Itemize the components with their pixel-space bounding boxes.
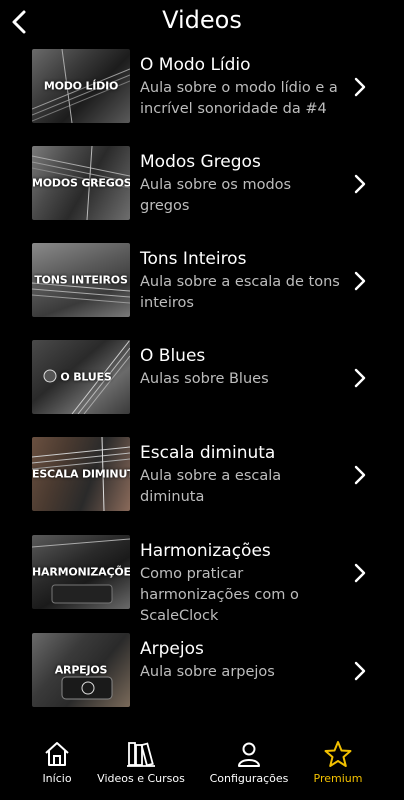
video-item-arpejos[interactable]: ARPEJOS Arpejos Aula sobre arpejos [0,631,404,711]
video-thumbnail[interactable]: MODOS GREGOS [32,146,130,220]
thumbnail-label: MODOS GREGOS [32,176,130,190]
video-title: Harmonizações [140,541,271,561]
thumbnail-label: ARPEJOS [54,663,108,677]
video-thumbnail[interactable]: MODO LÍDIO [32,49,130,123]
home-icon [45,742,69,766]
video-item-modos-gregos[interactable]: MODOS GREGOS Modos Gregos Aula sobre os … [0,144,404,224]
chevron-right-icon[interactable] [353,368,367,388]
user-icon [238,742,260,767]
thumbnail-label: HARMONIZAÇÕES [32,565,130,579]
video-item-tons-inteiros[interactable]: TONS INTEIROS Tons Inteiros Aula sobre a… [0,241,404,321]
video-thumbnail[interactable]: ESCALA DIMINUTA [32,437,130,511]
video-title: Escala diminuta [140,443,276,463]
tab-premium[interactable]: Premium [308,726,368,800]
video-thumbnail[interactable]: O BLUES [32,340,130,414]
video-title: Arpejos [140,639,204,659]
star-icon [324,741,352,767]
page-title: Videos [162,6,242,34]
chevron-right-icon[interactable] [353,661,367,681]
video-title: O Modo Lídio [140,55,251,75]
video-item-o-blues[interactable]: O BLUES O Blues Aulas sobre Blues [0,338,404,418]
video-description: Aula sobre arpejos [140,664,275,680]
chevron-right-icon[interactable] [353,465,367,485]
header: Videos [0,0,404,44]
video-item-harmonizacoes[interactable]: HARMONIZAÇÕES Harmonizações Como pratica… [0,533,404,624]
tab-label: Premium [313,772,363,785]
tab-videos-e-cursos[interactable]: Videos e Cursos [96,726,186,800]
video-item-escala-diminuta[interactable]: ESCALA DIMINUTA Escala diminuta Aula sob… [0,435,404,515]
tab-configuracoes[interactable]: Configurações [206,726,292,800]
video-description: Aula sobre o modo lídio e a incrível son… [140,80,338,117]
tab-inicio[interactable]: Início [32,726,82,800]
video-thumbnail[interactable]: HARMONIZAÇÕES [32,535,130,609]
books-icon [127,742,155,767]
chevron-right-icon[interactable] [353,77,367,97]
video-thumbnail[interactable]: ARPEJOS [32,633,130,707]
video-title: Tons Inteiros [140,249,247,269]
video-thumbnail[interactable]: TONS INTEIROS [32,243,130,317]
thumbnail-label: ESCALA DIMINUTA [32,467,130,481]
video-title: Modos Gregos [140,152,261,172]
video-title: O Blues [140,346,206,366]
thumbnail-label: MODO LÍDIO [43,79,119,93]
tab-label: Início [42,772,72,785]
tab-label: Configurações [209,772,289,785]
video-description: Aula sobre a escala diminuta [140,468,282,505]
video-description: Aula sobre os modos gregos [140,177,292,214]
thumbnail-label: O BLUES [60,370,112,384]
video-description: Aula sobre a escala de tons inteiros [140,274,340,311]
chevron-right-icon[interactable] [353,271,367,291]
video-item-modo-lidio[interactable]: MODO LÍDIO O Modo Lídio Aula sobre o mod… [0,47,404,127]
chevron-right-icon[interactable] [353,174,367,194]
tab-bar: Início Videos e Cursos Configurações Pre… [0,726,404,800]
thumbnail-label: TONS INTEIROS [34,273,128,287]
tab-label: Videos e Cursos [97,772,185,785]
video-description: Aulas sobre Blues [140,371,269,387]
chevron-right-icon[interactable] [353,563,367,583]
video-description: Como praticar harmonizações com o ScaleC… [140,566,299,624]
